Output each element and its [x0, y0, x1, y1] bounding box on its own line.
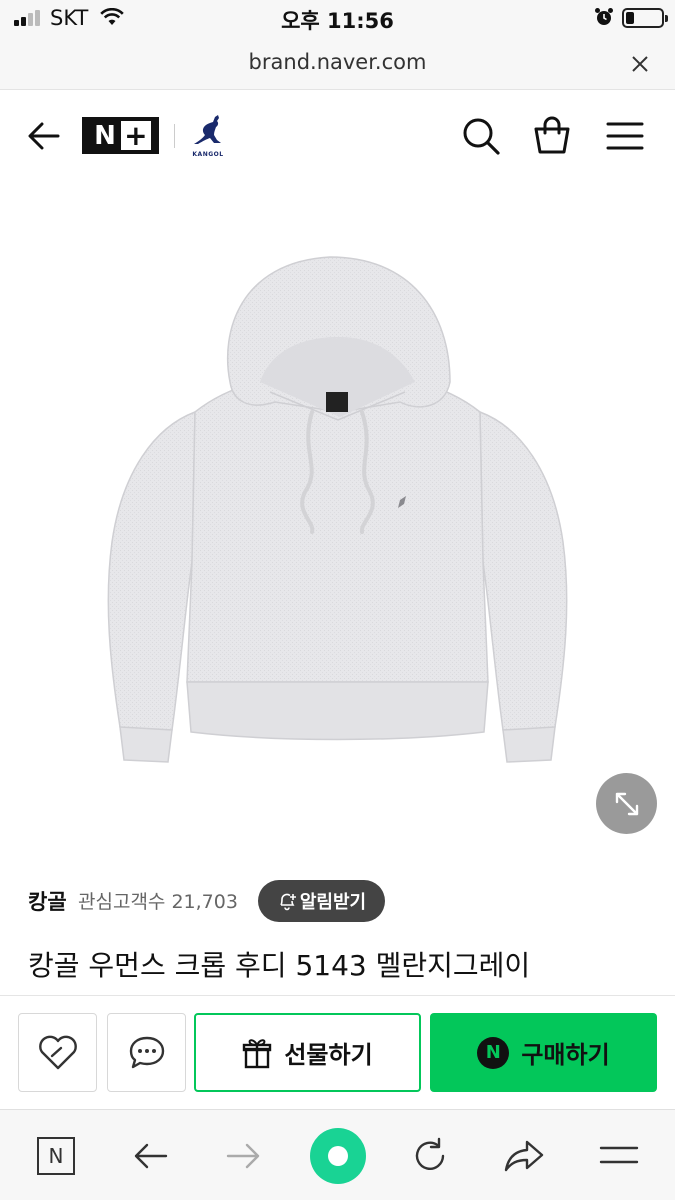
brand-row: 캉골 관심고객수 21,703 알림받기 [28, 876, 648, 922]
browser-back-button[interactable] [128, 1134, 172, 1178]
refresh-icon [415, 1137, 445, 1170]
naver-home-icon: N [37, 1137, 75, 1175]
talk-talk-button[interactable] [107, 1013, 186, 1092]
url-text[interactable]: brand.naver.com [0, 50, 675, 74]
buy-button-label: 구매하기 [521, 1041, 610, 1069]
kangol-logo-text: KANGOL [192, 151, 224, 158]
arrow-left-icon [134, 1143, 168, 1169]
alarm-button-label: 알림받기 [299, 892, 367, 913]
expand-button[interactable] [596, 773, 657, 834]
kangaroo-icon [194, 115, 221, 144]
gift-button-label: 선물하기 [284, 1041, 373, 1069]
alarm-clock-icon [595, 8, 613, 25]
logo-divider [174, 124, 175, 148]
menu-icon[interactable] [604, 116, 646, 156]
shopping-bag-icon[interactable] [531, 114, 573, 156]
hamburger-icon [599, 1146, 639, 1164]
site-header: N+ N + KANGOL [0, 90, 675, 182]
url-bar[interactable]: brand.naver.com [0, 38, 675, 90]
back-arrow-icon[interactable] [24, 116, 64, 156]
share-icon [504, 1140, 544, 1172]
purchase-action-bar: 선물하기 N 구매하기 [0, 995, 675, 1109]
chat-icon [129, 1036, 164, 1068]
green-dot-button[interactable] [310, 1128, 366, 1184]
bell-plus-icon [280, 893, 296, 911]
nplus-logo[interactable]: N+ N + [82, 117, 159, 154]
browser-forward-button[interactable] [222, 1134, 266, 1178]
interest-count: 관심고객수 21,703 [78, 891, 238, 913]
expand-icon [615, 792, 638, 815]
clock: 오후 11:56 [281, 9, 394, 33]
hoodie-image [107, 256, 568, 763]
naver-home-button[interactable]: N [34, 1134, 78, 1178]
browser-toolbar: N [0, 1109, 675, 1200]
buy-button[interactable]: N 구매하기 [430, 1013, 657, 1092]
wishlist-button[interactable] [18, 1013, 97, 1092]
brand-name[interactable]: 캉골 [28, 886, 67, 916]
share-button[interactable] [502, 1134, 546, 1178]
product-image[interactable] [0, 182, 675, 854]
battery-icon [622, 8, 668, 28]
heart-icon [38, 1035, 77, 1069]
search-icon[interactable] [460, 115, 502, 157]
arrow-right-icon [226, 1143, 260, 1169]
status-bar: SKT 오후 11:56 [0, 0, 675, 38]
gift-icon [243, 1038, 272, 1068]
close-icon[interactable] [628, 52, 652, 76]
browser-menu-button[interactable] [597, 1134, 641, 1178]
naverpay-icon: N [477, 1036, 510, 1069]
alarm-button[interactable]: 알림받기 [258, 880, 385, 922]
gift-button[interactable]: 선물하기 [194, 1013, 421, 1092]
product-title: 캉골 우먼스 크롭 후디 5143 멜란지그레이 [28, 949, 531, 982]
refresh-button[interactable] [408, 1134, 452, 1178]
kangol-logo[interactable]: KANGOL [188, 114, 228, 158]
green-dot-icon [328, 1146, 348, 1166]
